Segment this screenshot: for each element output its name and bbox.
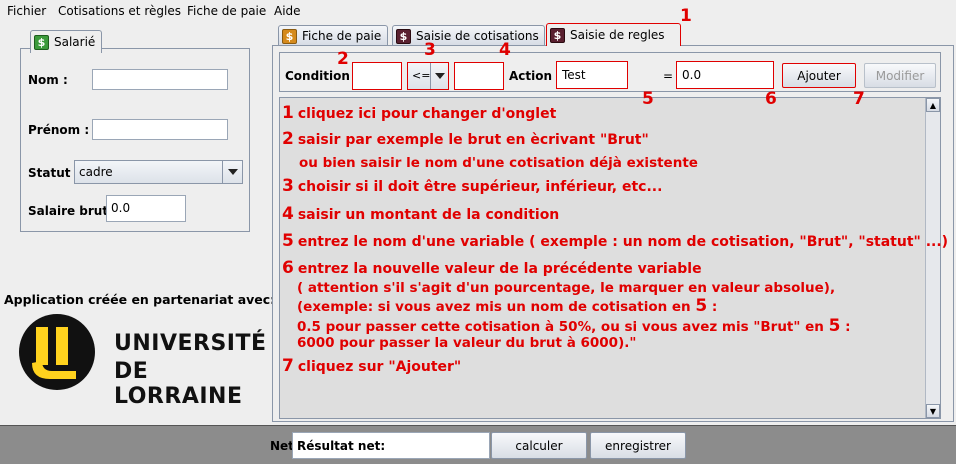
annotation-6: 6	[765, 89, 777, 109]
instruction-5-num: 5	[282, 231, 294, 251]
instruction-6-line3-num: 5	[695, 296, 708, 316]
modifier-button[interactable]: Modifier	[864, 63, 936, 88]
instruction-3-text: choisir si il doit être supérieur, infér…	[297, 179, 663, 195]
instruction-5: 5 entrez le nom d'une variable ( exemple …	[282, 231, 948, 251]
instruction-1: 1 cliquez ici pour changer d'onglet	[282, 103, 556, 123]
statut-label: Statut :	[28, 166, 80, 180]
nom-label: Nom :	[28, 73, 68, 87]
instruction-3: 3 choisir si il doit être supérieur, infé…	[282, 176, 662, 196]
ajouter-button[interactable]: Ajouter	[782, 63, 856, 88]
instruction-7-text: cliquez sur "Ajouter"	[297, 359, 462, 375]
instruction-4-num: 4	[282, 204, 294, 224]
operator-select[interactable]: <=	[407, 62, 449, 90]
partner-text: Application créée en partenariat avec:	[4, 292, 276, 307]
tab-saisie-regles-label: Saisie de regles	[570, 28, 665, 42]
instruction-6: 6 entrez la nouvelle valeur de la précéde…	[282, 258, 702, 278]
net-label: Net	[270, 439, 294, 453]
instruction-6-line3-text: (exemple: si vous avez mis un nom de cot…	[297, 299, 691, 315]
tab-salarie-label: Salarié	[54, 35, 96, 49]
salarie-panel: Nom : Prénom : Statut : cadre Salaire br…	[20, 48, 250, 232]
annotation-5: 5	[642, 89, 654, 109]
dollar-icon: $	[282, 28, 297, 44]
instruction-6-line3-colon: :	[711, 299, 718, 315]
menu-bar: Fichier Cotisations et règles Fiche de p…	[0, 0, 956, 22]
prenom-input[interactable]	[92, 119, 228, 140]
rule-form: Condition : <= Action : Test = 0.0 Ajout…	[279, 52, 941, 92]
nom-input[interactable]	[92, 69, 228, 90]
instruction-2: 2 saisir par exemple le brut en ècrivant …	[282, 129, 649, 149]
calculer-button[interactable]: calculer	[491, 432, 587, 459]
annotation-1: 1	[680, 6, 692, 26]
vertical-scrollbar[interactable]: ▲ ▼	[925, 98, 940, 418]
instruction-7-num: 7	[282, 356, 294, 376]
salaire-input[interactable]: 0.0	[106, 195, 186, 222]
instruction-1-num: 1	[282, 103, 294, 123]
instruction-2-line2: ou bien saisir le nom d'une cotisation d…	[299, 155, 698, 171]
new-value-input[interactable]: 0.0	[676, 61, 774, 89]
dollar-icon: $	[396, 28, 411, 44]
bottom-bar: Net Résultat net: calculer enregistrer	[0, 425, 956, 464]
condition-label: Condition :	[285, 69, 359, 83]
tab-salarie[interactable]: $ Salarié	[30, 30, 102, 53]
instruction-4-text: saisir un montant de la condition	[297, 207, 560, 223]
tab-saisie-cotisations[interactable]: $ Saisie de cotisations	[392, 25, 545, 46]
menu-cotisations-regles[interactable]: Cotisations et règles	[58, 4, 181, 18]
instruction-3-num: 3	[282, 176, 294, 196]
annotation-7: 7	[853, 89, 865, 109]
instruction-6-line4: 0.5 pour passer cette cotisation à 50%, …	[297, 316, 851, 336]
statut-select[interactable]: cadre	[74, 160, 243, 184]
tab-fiche-de-paie-label: Fiche de paie	[302, 29, 382, 43]
action-label: Action :	[509, 69, 562, 83]
annotation-3: 3	[424, 40, 436, 60]
instruction-6-line3: (exemple: si vous avez mis un nom de cot…	[297, 296, 717, 316]
chevron-down-icon[interactable]	[222, 161, 242, 183]
instruction-7: 7 cliquez sur "Ajouter"	[282, 356, 461, 376]
annotation-4: 4	[499, 40, 511, 60]
condition-input[interactable]	[352, 62, 402, 90]
statut-value: cadre	[79, 165, 113, 179]
dollar-icon: $	[550, 27, 565, 43]
instruction-6-line4-colon: :	[845, 319, 851, 335]
salaire-label: Salaire brut :	[28, 204, 118, 218]
universite-lorraine-logo: UNIVERSITÉ DE LORRAINE	[10, 313, 267, 409]
menu-fichier[interactable]: Fichier	[7, 4, 46, 18]
menu-fiche-de-paie[interactable]: Fiche de paie	[187, 4, 266, 18]
chevron-down-icon[interactable]	[430, 63, 448, 89]
logo-line2: DE LORRAINE	[114, 359, 243, 409]
instruction-6-line2: ( attention s'il s'agit d'un pourcentage…	[297, 280, 836, 296]
instruction-5-text: entrez le nom d'une variable ( exemple :…	[297, 234, 949, 250]
ul-logo-mark-icon	[19, 314, 95, 390]
instruction-6-line4-num: 5	[828, 316, 841, 336]
prenom-label: Prénom :	[28, 123, 90, 137]
instruction-6-text: entrez la nouvelle valeur de la précéden…	[297, 261, 702, 277]
action-input[interactable]: Test	[556, 61, 628, 89]
scroll-up-icon[interactable]: ▲	[926, 98, 940, 112]
scroll-down-icon[interactable]: ▼	[926, 404, 940, 418]
menu-aide[interactable]: Aide	[274, 4, 301, 18]
operator-value: <=	[412, 69, 431, 82]
equals-sign: =	[663, 69, 674, 83]
instruction-6-line4-text: 0.5 pour passer cette cotisation à 50%, …	[297, 319, 824, 335]
tab-fiche-de-paie[interactable]: $ Fiche de paie	[278, 25, 388, 46]
annotation-2: 2	[337, 49, 349, 69]
dollar-icon: $	[34, 34, 49, 50]
logo-line1: UNIVERSITÉ	[114, 331, 267, 356]
enregistrer-button[interactable]: enregistrer	[590, 432, 686, 459]
instruction-2-num: 2	[282, 129, 294, 149]
instruction-2-text: saisir par exemple le brut en ècrivant "…	[297, 132, 649, 148]
tab-saisie-regles[interactable]: $ Saisie de regles	[546, 23, 681, 46]
result-field: Résultat net:	[292, 432, 490, 459]
instruction-6-line5: 6000 pour passer la valeur du brut à 600…	[297, 335, 637, 351]
instruction-4: 4 saisir un montant de la condition	[282, 204, 559, 224]
instruction-6-num: 6	[282, 258, 294, 278]
instruction-1-text: cliquez ici pour changer d'onglet	[297, 106, 557, 122]
amount-input[interactable]	[454, 62, 504, 90]
